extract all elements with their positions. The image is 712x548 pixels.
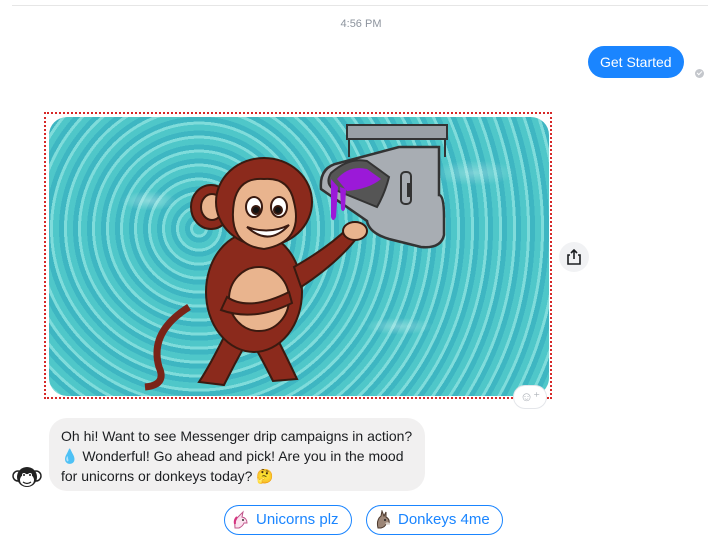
quick-reply-unicorns[interactable]: Unicorns plz [224, 505, 352, 535]
quick-reply-donkeys[interactable]: Donkeys 4me [366, 505, 503, 535]
emoji-react-icon: ☺⁺ [519, 389, 541, 404]
quick-reply-label: Unicorns plz [256, 511, 339, 528]
received-message-bubble: Oh hi! Want to see Messenger drip campai… [49, 418, 425, 491]
message-timestamp: 4:56 PM [340, 18, 382, 30]
quick-reply-label: Donkeys 4me [398, 511, 490, 528]
monkey-avatar-icon [12, 467, 42, 487]
image-selection-outline [44, 112, 552, 399]
unicorn-icon [233, 510, 248, 529]
check-icon [695, 69, 704, 78]
sent-message-bubble[interactable]: Get Started [588, 46, 684, 78]
donkey-icon [376, 510, 390, 529]
share-icon [567, 249, 581, 265]
emoji-react-button[interactable]: ☺⁺ [514, 386, 546, 408]
share-button[interactable] [559, 242, 589, 272]
avatar [12, 462, 42, 492]
window-top-border [12, 0, 708, 6]
